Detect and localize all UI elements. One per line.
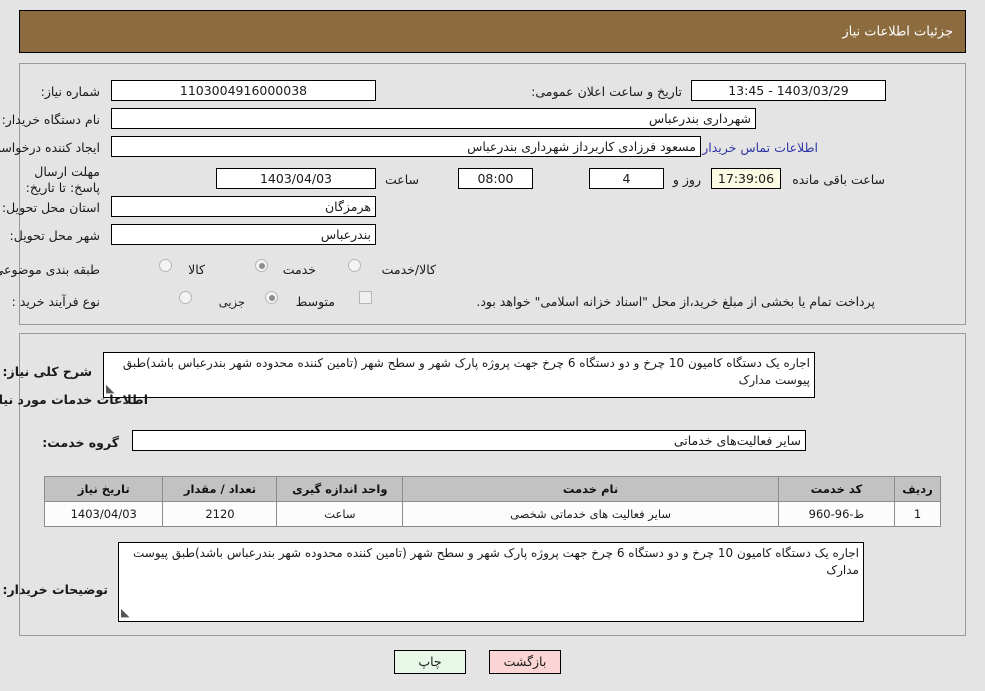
category-radio-khedmat[interactable] <box>255 259 268 272</box>
cell-row-no: 1 <box>894 501 941 527</box>
print-button[interactable]: چاپ <box>394 650 466 674</box>
cell-quantity: 2120 <box>162 501 278 527</box>
category-option-label-1: خدمت <box>282 262 316 277</box>
buyer-org-label: نام دستگاه خریدار: <box>1 112 100 127</box>
requester-label: ایجاد کننده درخواست: <box>0 140 100 155</box>
cell-service-name: سایر فعالیت های خدماتی شخصی <box>402 501 779 527</box>
city-label: شهر محل تحویل: <box>9 228 100 243</box>
process-option-label-1: متوسط <box>295 294 335 309</box>
city-field[interactable]: بندرعباس <box>111 224 376 245</box>
cell-unit: ساعت <box>276 501 404 527</box>
cell-service-code: ط-96-960 <box>777 501 896 527</box>
category-option-label-2: کالا/خدمت <box>381 262 436 277</box>
process-radio-motevasset[interactable] <box>265 291 278 304</box>
buyer-contact-link[interactable]: اطلاعات تماس خریدار <box>702 140 818 155</box>
buyer-notes-label: توضیحات خریدار: <box>2 582 108 597</box>
column-header-quantity: تعداد / مقدار <box>162 476 278 502</box>
description-textarea[interactable]: اجاره یک دستگاه کامیون 10 چرخ و دو دستگا… <box>103 352 815 398</box>
resize-grip-icon-2[interactable]: ◢ <box>121 604 129 621</box>
column-header-row-no: ردیف <box>894 476 941 502</box>
back-button[interactable]: بازگشت <box>489 650 561 674</box>
remaining-time-field: 17:39:06 <box>711 168 781 189</box>
buyer-org-field[interactable]: شهرداری بندرعباس <box>111 108 756 129</box>
buyer-notes-text: اجاره یک دستگاه کامیون 10 چرخ و دو دستگا… <box>133 546 859 577</box>
days-label: روز و <box>672 172 701 187</box>
deadline-date-field[interactable]: 1403/04/03 <box>216 168 376 189</box>
column-header-need-date: تاریخ نیاز <box>43 476 164 502</box>
treasury-checkbox[interactable] <box>359 291 372 304</box>
column-header-service-code: کد خدمت <box>777 476 896 502</box>
category-option-label-0: کالا <box>188 262 205 277</box>
treasury-note: پرداخت تمام یا بخشی از مبلغ خرید،از محل … <box>476 294 875 309</box>
buyer-notes-textarea[interactable]: اجاره یک دستگاه کامیون 10 چرخ و دو دستگا… <box>118 542 864 622</box>
table-header-row: ردیف کد خدمت نام خدمت واحد اندازه گیری ت… <box>43 476 941 502</box>
category-radio-kala-khedmat[interactable] <box>348 259 361 272</box>
deadline-time-field[interactable]: 08:00 <box>458 168 533 189</box>
page-title: جزئیات اطلاعات نیاز <box>842 24 953 39</box>
requester-field[interactable]: مسعود فرزادی کاربرداز شهرداری بندرعباس <box>111 136 701 157</box>
column-header-unit: واحد اندازه گیری <box>276 476 404 502</box>
public-announce-label: تاریخ و ساعت اعلان عمومی: <box>531 84 682 99</box>
service-group-field[interactable]: سایر فعالیت‌های خدماتی <box>132 430 806 451</box>
public-announce-field[interactable]: 1403/03/29 - 13:45 <box>691 80 886 101</box>
services-section-title: اطلاعات خدمات مورد نیاز <box>0 392 148 407</box>
process-label: نوع فرآیند خرید : <box>11 294 100 309</box>
cell-need-date: 1403/04/03 <box>43 501 164 527</box>
need-info-panel <box>19 63 966 325</box>
page-header-bar: جزئیات اطلاعات نیاز <box>19 10 966 53</box>
page-root: AriaTender.net جزئیات اطلاعات نیاز شماره… <box>0 0 985 691</box>
services-table: ردیف کد خدمت نام خدمت واحد اندازه گیری ت… <box>43 476 941 527</box>
service-group-label: گروه خدمت: <box>42 435 119 450</box>
category-radio-kala[interactable] <box>159 259 172 272</box>
deadline-label: مهلت ارسال پاسخ: تا تاریخ: <box>25 164 100 195</box>
process-radio-jozi[interactable] <box>179 291 192 304</box>
process-option-label-0: جزیی <box>218 295 245 309</box>
column-header-service-name: نام خدمت <box>402 476 779 502</box>
province-field[interactable]: هرمزگان <box>111 196 376 217</box>
description-label: شرح کلی نیاز: <box>2 364 92 379</box>
need-number-label: شماره نیاز: <box>40 84 100 99</box>
description-text: اجاره یک دستگاه کامیون 10 چرخ و دو دستگا… <box>122 356 810 387</box>
table-row: 1 ط-96-960 سایر فعالیت های خدماتی شخصی س… <box>43 501 941 527</box>
remaining-label: ساعت باقی مانده <box>792 172 885 187</box>
remaining-days-field[interactable]: 4 <box>589 168 664 189</box>
hour-label: ساعت <box>384 172 419 187</box>
province-label: استان محل تحویل: <box>1 200 100 215</box>
category-label: طبقه بندی موضوعی: <box>0 262 100 277</box>
need-number-field[interactable]: 1103004916000038 <box>111 80 376 101</box>
